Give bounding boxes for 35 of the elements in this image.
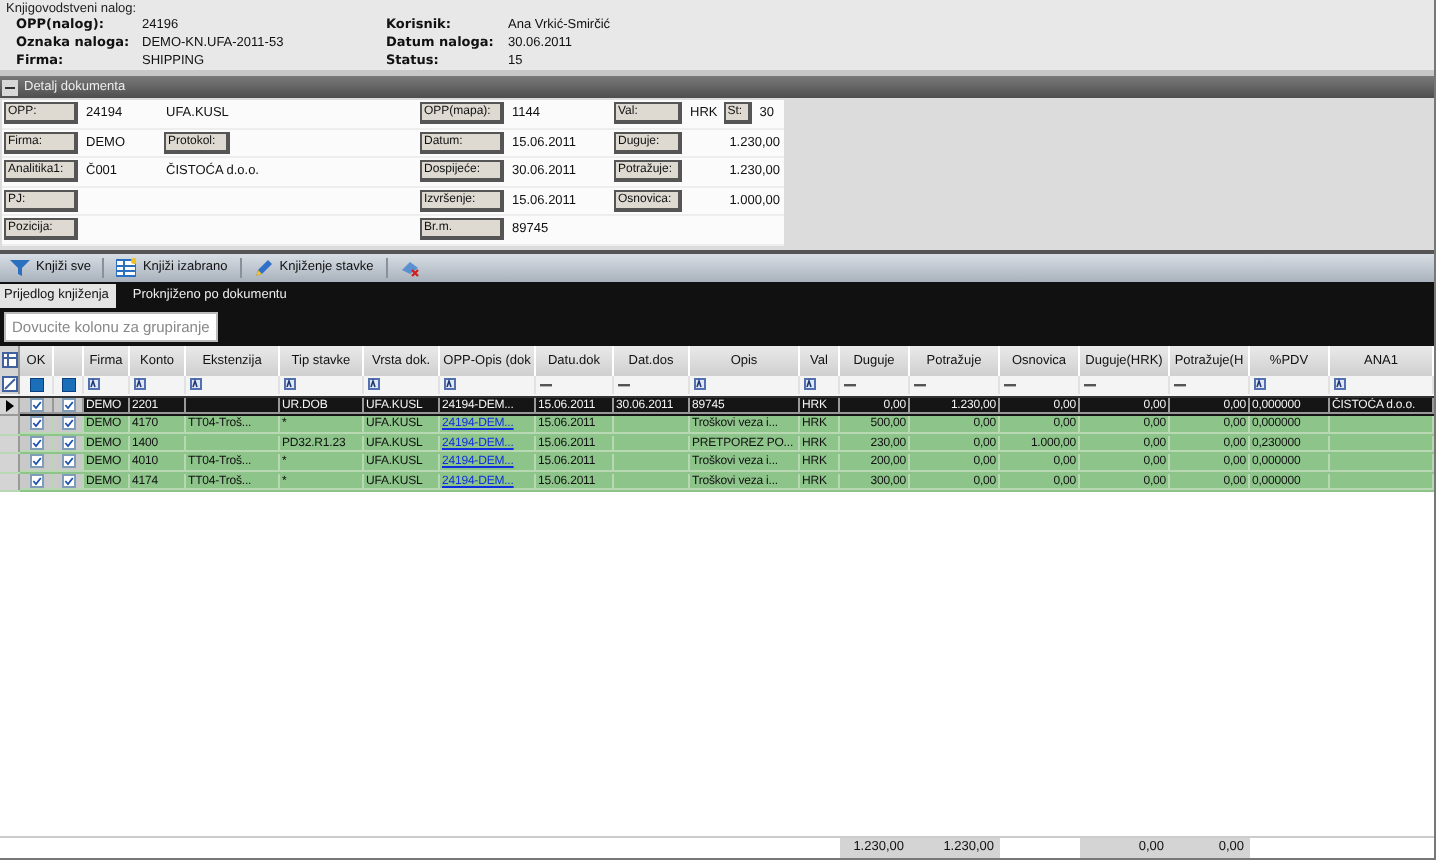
dash-icon[interactable] xyxy=(914,381,926,387)
dash-icon[interactable] xyxy=(844,381,856,387)
dash-icon[interactable] xyxy=(540,381,552,387)
text-filter-icon[interactable] xyxy=(368,378,380,390)
eraser-icon xyxy=(399,257,420,277)
text-filter-icon[interactable] xyxy=(444,378,456,390)
filter-icon[interactable] xyxy=(1,376,17,392)
checkbox[interactable] xyxy=(29,473,43,488)
text-filter-icon[interactable] xyxy=(1334,378,1346,390)
column-chooser-icon[interactable] xyxy=(1,352,17,368)
checkbox[interactable] xyxy=(29,397,43,412)
pencil-icon xyxy=(253,257,274,277)
text-filter-icon[interactable] xyxy=(804,378,816,390)
text-filter-icon[interactable] xyxy=(694,378,706,390)
dash-icon[interactable] xyxy=(1084,381,1096,387)
dash-icon[interactable] xyxy=(1004,381,1016,387)
funnel-icon xyxy=(10,257,30,277)
text-filter-icon[interactable] xyxy=(284,378,296,390)
text-filter-icon[interactable] xyxy=(1254,378,1266,390)
checkbox[interactable] xyxy=(61,454,75,469)
collapse-icon[interactable] xyxy=(2,79,18,95)
text-filter-icon[interactable] xyxy=(134,378,146,390)
checkbox[interactable] xyxy=(61,397,75,412)
checkbox[interactable] xyxy=(29,454,43,469)
current-row-icon xyxy=(5,399,13,412)
checkbox[interactable] xyxy=(61,435,75,450)
grid-icon xyxy=(116,257,137,277)
checkbox[interactable] xyxy=(61,473,75,488)
text-filter-icon[interactable] xyxy=(190,378,202,390)
checkbox[interactable] xyxy=(61,416,75,431)
checkbox[interactable] xyxy=(29,435,43,450)
dash-icon[interactable] xyxy=(1174,381,1186,387)
text-filter-icon[interactable] xyxy=(88,378,100,390)
dash-icon[interactable] xyxy=(618,381,630,387)
checkbox[interactable] xyxy=(29,416,43,431)
